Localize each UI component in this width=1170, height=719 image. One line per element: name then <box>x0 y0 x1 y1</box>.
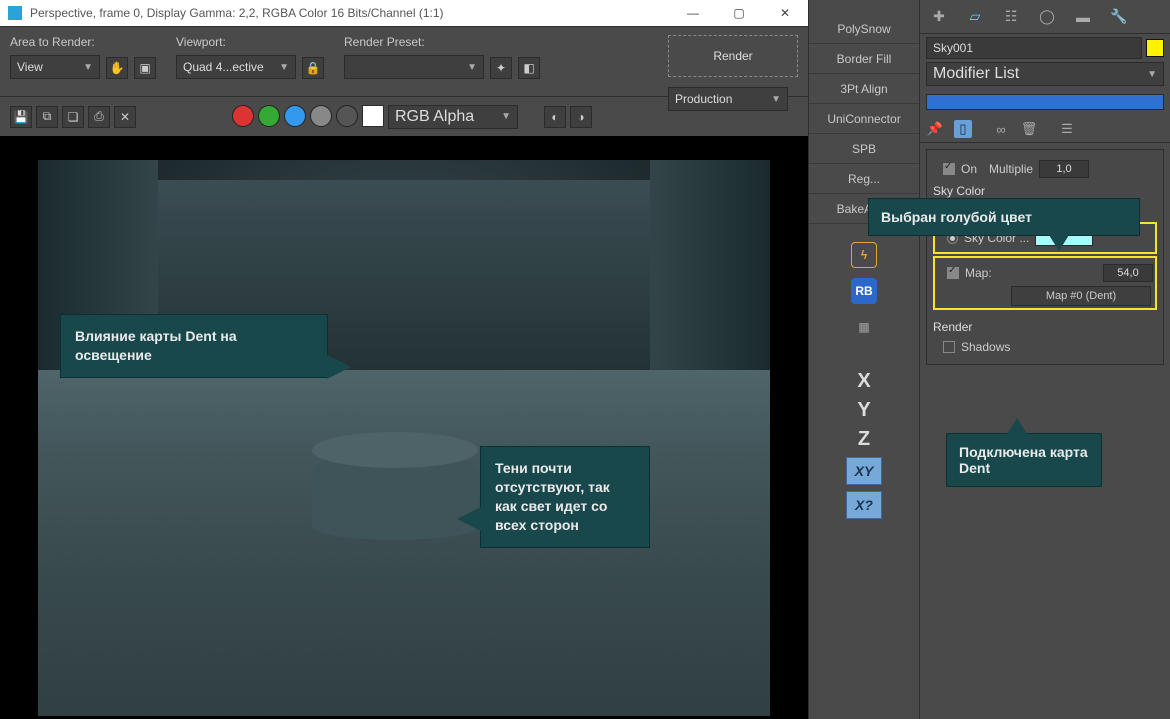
render-button[interactable]: Render <box>668 35 798 77</box>
hierarchy-tab-icon[interactable]: ☷ <box>1000 6 1022 28</box>
render-window: Perspective, frame 0, Display Gamma: 2,2… <box>0 0 808 719</box>
anno-sky-color: Выбран голубой цвет <box>868 198 1140 236</box>
viewport-dropdown[interactable]: Quad 4...ective▼ <box>176 55 296 79</box>
sky-color-title: Sky Color <box>933 184 1157 198</box>
axis-x[interactable]: X <box>857 370 870 393</box>
bg-swatch[interactable] <box>362 105 384 127</box>
map-label: Map: <box>965 266 992 280</box>
close-button[interactable]: ✕ <box>762 0 808 26</box>
xy-plane-button[interactable]: XY <box>846 457 882 485</box>
map-amount-spinner[interactable]: 54,0 <box>1103 264 1153 282</box>
anno-dent-map: Подключена карта Dent <box>946 433 1102 487</box>
cast-shadows-checkbox[interactable] <box>943 341 955 353</box>
object-name-field[interactable] <box>926 37 1142 59</box>
tool-uniconnector[interactable]: UniConnector <box>809 104 919 134</box>
tool-reg[interactable]: Reg... <box>809 164 919 194</box>
tool-polysnow[interactable]: PolySnow <box>809 14 919 44</box>
display-tab-icon[interactable]: ▬ <box>1072 6 1094 28</box>
production-dropdown[interactable]: Production▼ <box>668 87 788 111</box>
utilities-tab-icon[interactable]: 🔧 <box>1108 6 1130 28</box>
configure-icon[interactable]: ☰ <box>1058 120 1076 138</box>
preset-label: Render Preset: <box>344 35 540 49</box>
render-viewport: Влияние карты Dent на освещение Тени поч… <box>0 136 808 719</box>
remove-mod-icon[interactable]: 🗑 <box>1020 120 1038 138</box>
command-panel: ✚ ▱ ☷ ◯ ▬ 🔧 Modifier List▼ 📌 ▯ ∞ 🗑 ☰ <box>920 0 1170 719</box>
make-unique-icon[interactable]: ∞ <box>992 120 1010 138</box>
axis-z[interactable]: Z <box>858 428 870 451</box>
clone-icon[interactable]: ❏ <box>62 106 84 128</box>
channel-dropdown[interactable]: RGB Alpha▼ <box>388 105 518 129</box>
panel-tabs: ✚ ▱ ☷ ◯ ▬ 🔧 <box>920 0 1170 34</box>
region-icon[interactable]: ▣ <box>134 57 156 79</box>
save-icon[interactable]: 💾 <box>10 106 32 128</box>
callout-dent-influence: Влияние карты Dent на освещение <box>60 314 328 378</box>
lock-icon[interactable]: 🔒 <box>302 57 324 79</box>
create-tab-icon[interactable]: ✚ <box>928 6 950 28</box>
cast-shadows-label: Shadows <box>961 340 1010 354</box>
pin-stack-icon[interactable]: 📌 <box>926 120 944 138</box>
on-label: On <box>961 162 977 176</box>
multiplier-label: Multiplie <box>989 162 1033 176</box>
maximize-button[interactable]: ▢ <box>716 0 762 26</box>
fb-toggle-b-icon[interactable]: ◑ <box>570 106 592 128</box>
callout-shadows: Тени почти отсутствуют, так как свет иде… <box>480 446 650 548</box>
show-result-icon[interactable]: ▯ <box>954 120 972 138</box>
modify-tab-icon[interactable]: ▱ <box>964 6 986 28</box>
side-toolbox: PolySnow Border Fill 3Pt Align UniConnec… <box>808 0 920 719</box>
alpha-channel-icon[interactable] <box>310 105 332 127</box>
preset-dropdown[interactable]: ▼ <box>344 55 484 79</box>
render-topbar: Area to Render: View▼ ✋ ▣ Viewport: Quad… <box>0 26 808 96</box>
map-checkbox[interactable] <box>947 267 959 279</box>
modifier-stack-icons: 📌 ▯ ∞ 🗑 ☰ <box>920 116 1170 143</box>
tool-a-icon[interactable]: ✦ <box>490 57 512 79</box>
map-slot-button[interactable]: Map #0 (Dent) <box>1011 286 1151 306</box>
render-image <box>38 160 770 716</box>
copy-icon[interactable]: ⧉ <box>36 106 58 128</box>
fb-toggle-a-icon[interactable]: ◐ <box>544 106 566 128</box>
hand-icon[interactable]: ✋ <box>106 57 128 79</box>
area-label: Area to Render: <box>10 35 156 49</box>
viewport-label: Viewport: <box>176 35 324 49</box>
on-checkbox[interactable] <box>943 163 955 175</box>
xq-plane-button[interactable]: X? <box>846 491 882 519</box>
titlebar: Perspective, frame 0, Display Gamma: 2,2… <box>0 0 808 26</box>
axis-y[interactable]: Y <box>857 399 870 422</box>
object-color-swatch[interactable] <box>1146 39 1164 57</box>
multiplier-spinner[interactable]: 1,0 <box>1039 160 1089 178</box>
rb-icon[interactable]: RB <box>851 278 877 304</box>
app-icon <box>8 6 22 20</box>
skylight-params-rollout: On Multiplie 1,0 Sky Color Use Scene Env… <box>926 149 1164 365</box>
window-title: Perspective, frame 0, Display Gamma: 2,2… <box>30 6 444 20</box>
grid-icon[interactable]: ▦ <box>851 314 877 340</box>
motion-tab-icon[interactable]: ◯ <box>1036 6 1058 28</box>
blue-channel-icon[interactable] <box>284 105 306 127</box>
render-rollout-title: Render <box>933 320 1157 334</box>
clear-icon[interactable]: ✕ <box>114 106 136 128</box>
minimize-button[interactable]: — <box>670 0 716 26</box>
modifier-list-dropdown[interactable]: Modifier List▼ <box>926 62 1164 86</box>
tool-3ptalign[interactable]: 3Pt Align <box>809 74 919 104</box>
eyepick-icon[interactable]: ϟ <box>851 242 877 268</box>
mono-channel-icon[interactable] <box>336 105 358 127</box>
tool-borderfill[interactable]: Border Fill <box>809 44 919 74</box>
tool-b-icon[interactable]: ◧ <box>518 57 540 79</box>
green-channel-icon[interactable] <box>258 105 280 127</box>
modifier-stack[interactable] <box>926 94 1164 110</box>
print-icon[interactable]: ⎙ <box>88 106 110 128</box>
red-channel-icon[interactable] <box>232 105 254 127</box>
area-dropdown[interactable]: View▼ <box>10 55 100 79</box>
tool-spb[interactable]: SPB <box>809 134 919 164</box>
